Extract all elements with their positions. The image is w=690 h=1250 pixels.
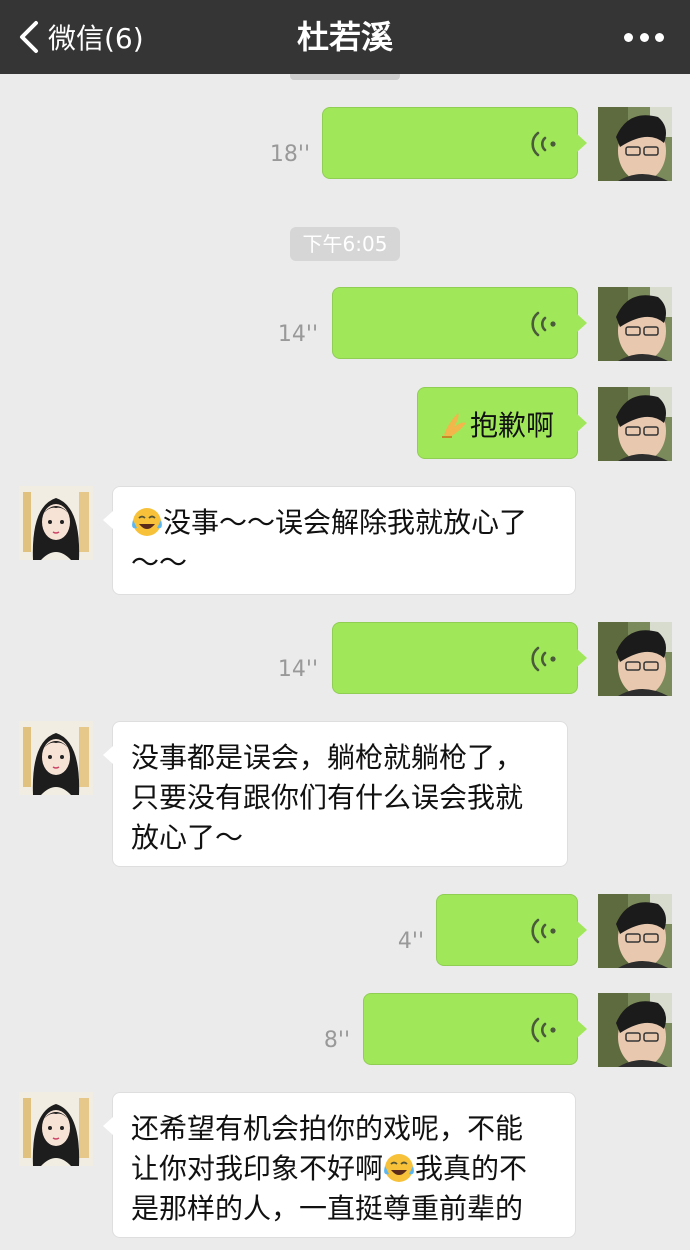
voice-wave-icon xyxy=(531,646,557,672)
voice-duration: 8'' xyxy=(323,1028,350,1053)
self-avatar[interactable] xyxy=(598,387,672,461)
crying-laughing-emoji xyxy=(131,506,163,538)
contact-avatar[interactable] xyxy=(19,486,93,560)
voice-message[interactable] xyxy=(436,894,587,966)
timestamp: 下午6:05 xyxy=(290,227,400,261)
timestamp-partial xyxy=(290,74,400,80)
message-text: ～～ xyxy=(131,546,188,579)
voice-wave-icon xyxy=(531,1017,557,1043)
self-avatar[interactable] xyxy=(598,287,672,361)
text-message[interactable]: 还希望有机会拍你的戏呢，不能 让你对我印象不好啊 我真的不 是那样的人，一直挺尊重… xyxy=(103,1092,576,1238)
message-text: 没事～～误会解除我就放心了 xyxy=(163,506,528,539)
message-text: 放心了～ xyxy=(131,821,244,854)
message-text: 还希望有机会拍你的戏呢，不能 xyxy=(131,1112,524,1145)
voice-duration: 18'' xyxy=(269,142,310,167)
contact-avatar[interactable] xyxy=(19,721,93,795)
voice-message[interactable] xyxy=(363,993,587,1065)
self-avatar[interactable] xyxy=(598,894,672,968)
message-text: 没事都是误会，躺枪就躺枪了， xyxy=(131,741,524,774)
message-text: 我真的不 xyxy=(415,1152,528,1185)
voice-wave-icon xyxy=(531,918,557,944)
voice-duration: 14'' xyxy=(277,322,318,347)
self-avatar[interactable] xyxy=(598,622,672,696)
voice-message[interactable] xyxy=(332,287,587,359)
pray-hands-emoji xyxy=(438,409,470,441)
message-text: 抱歉啊 xyxy=(470,409,555,442)
text-message[interactable]: 没事都是误会，躺枪就躺枪了， 只要没有跟你们有什么误会我就 放心了～ xyxy=(103,721,568,867)
nav-bar: 微信(6) 杜若溪 xyxy=(0,0,690,74)
message-text: 是那样的人，一直挺尊重前辈的 xyxy=(131,1192,524,1225)
chat-title: 杜若溪 xyxy=(296,18,393,56)
voice-message[interactable] xyxy=(332,622,587,694)
voice-message[interactable] xyxy=(322,107,587,179)
text-message[interactable]: 没事～～误会解除我就放心了 ～～ xyxy=(103,486,576,595)
voice-wave-icon xyxy=(531,131,557,157)
text-message[interactable]: 抱歉啊 xyxy=(417,387,587,459)
voice-duration: 14'' xyxy=(277,657,318,682)
contact-avatar[interactable] xyxy=(19,1092,93,1166)
voice-wave-icon xyxy=(531,311,557,337)
self-avatar[interactable] xyxy=(598,993,672,1067)
message-text: 只要没有跟你们有什么误会我就 xyxy=(131,781,524,814)
self-avatar[interactable] xyxy=(598,107,672,181)
more-options-icon[interactable] xyxy=(624,27,664,47)
voice-duration: 4'' xyxy=(397,929,424,954)
crying-laughing-emoji xyxy=(383,1152,415,1184)
message-text: 让你对我印象不好啊 xyxy=(131,1152,384,1185)
